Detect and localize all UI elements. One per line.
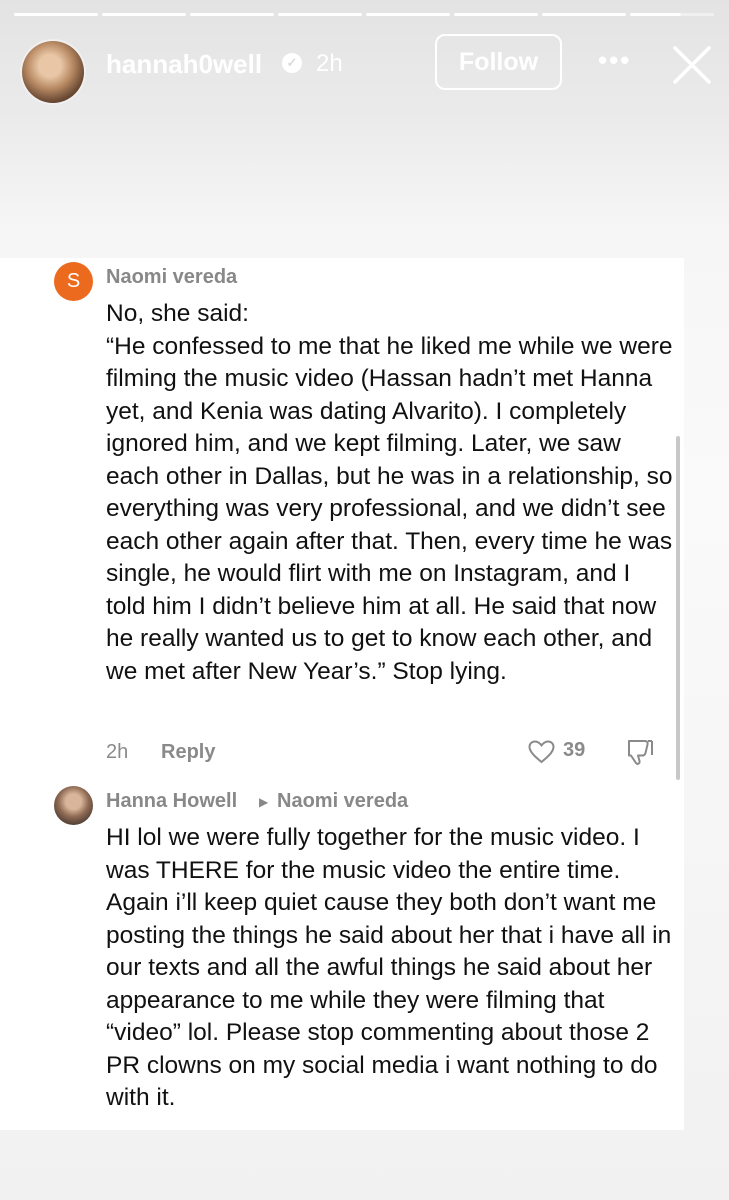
comment-author[interactable]: Naomi vereda bbox=[106, 266, 237, 289]
progress-segment bbox=[102, 13, 186, 16]
heart-icon[interactable] bbox=[528, 740, 555, 764]
commenter-avatar[interactable]: S bbox=[54, 262, 93, 301]
profile-avatar[interactable] bbox=[22, 41, 84, 103]
story-progress-bar bbox=[14, 13, 714, 17]
comment-author[interactable]: Hanna Howell bbox=[106, 790, 237, 813]
commenter-avatar[interactable] bbox=[54, 786, 93, 825]
caret-right-icon: ▶ bbox=[259, 795, 269, 809]
username[interactable]: hannah0well bbox=[106, 49, 262, 80]
progress-segment bbox=[542, 13, 626, 16]
reply-button[interactable]: Reply bbox=[161, 741, 215, 764]
thumbs-down-icon[interactable] bbox=[625, 738, 655, 766]
more-options-icon[interactable]: ••• bbox=[598, 45, 631, 76]
post-time: 2h bbox=[316, 50, 343, 77]
comment-text: No, she said: “He confessed to me that h… bbox=[106, 300, 673, 685]
verified-badge-icon: ✓ bbox=[282, 53, 302, 73]
story-header: hannah0well ✓ 2h Follow ••• bbox=[0, 30, 729, 103]
scrollbar bbox=[676, 436, 680, 780]
progress-segment-current bbox=[630, 13, 714, 16]
progress-segment bbox=[454, 13, 538, 16]
like-count: 39 bbox=[563, 739, 586, 761]
progress-segment bbox=[14, 13, 98, 16]
follow-button[interactable]: Follow bbox=[435, 34, 562, 90]
progress-segment bbox=[278, 13, 362, 16]
progress-segment bbox=[366, 13, 450, 16]
comment-text: HI lol we were fully together for the mu… bbox=[106, 824, 672, 1111]
progress-segment bbox=[190, 13, 274, 16]
close-icon[interactable] bbox=[671, 44, 713, 86]
reply-to-author[interactable]: Naomi vereda bbox=[277, 790, 408, 813]
comment-time: 2h bbox=[106, 741, 129, 763]
